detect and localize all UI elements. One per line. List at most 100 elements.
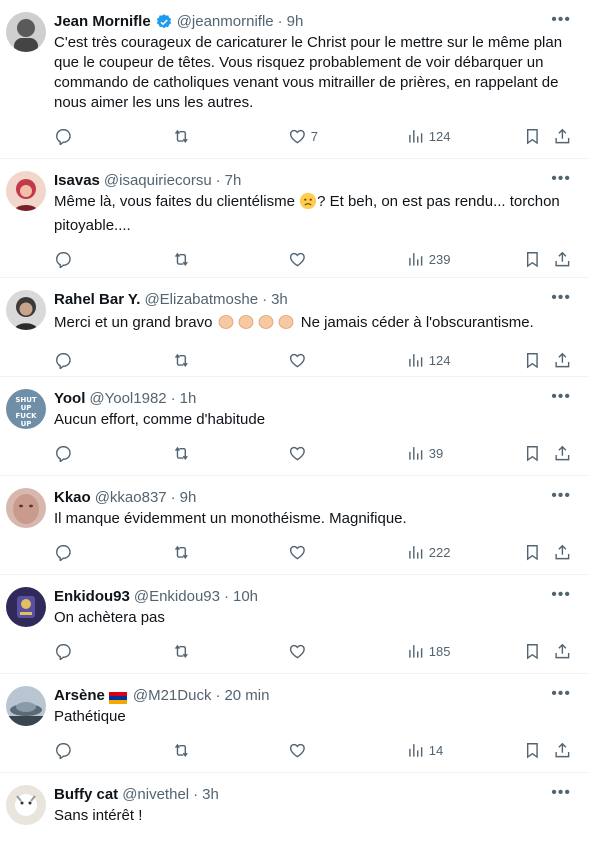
reply-tweet[interactable]: SHUT UP FUCK UP Yool @Yool1982 · 1h ••• Auc… xyxy=(0,377,589,476)
timestamp[interactable]: 1h xyxy=(180,389,197,409)
avatar[interactable] xyxy=(6,686,46,726)
views-count: 124 xyxy=(428,352,451,368)
retweet-button[interactable] xyxy=(172,126,191,146)
action-bar: 124 xyxy=(54,344,589,376)
author-name[interactable]: Kkao xyxy=(54,488,91,508)
author-handle[interactable]: @isaquiriecorsu xyxy=(104,171,212,191)
views-button[interactable]: 185 xyxy=(406,641,450,661)
like-button[interactable] xyxy=(288,350,307,370)
like-button[interactable]: 7 xyxy=(288,126,318,146)
reply-button[interactable] xyxy=(54,443,73,463)
retweet-button[interactable] xyxy=(172,350,191,370)
timestamp[interactable]: 3h xyxy=(271,290,288,310)
share-button[interactable] xyxy=(553,249,572,269)
share-button[interactable] xyxy=(553,740,572,760)
bookmark-button[interactable] xyxy=(523,249,542,269)
heart-icon xyxy=(289,252,305,267)
more-options-icon[interactable]: ••• xyxy=(551,785,571,801)
avatar[interactable] xyxy=(6,587,46,627)
views-button[interactable]: 222 xyxy=(406,542,450,562)
timestamp[interactable]: 9h xyxy=(287,12,304,32)
bookmark-button[interactable] xyxy=(523,740,542,760)
reply-tweet[interactable]: Arsène @M21Duck · 20 min ••• Pathétique … xyxy=(0,674,589,773)
reply-tweet[interactable]: Kkao @kkao837 · 9h ••• Il manque évidemm… xyxy=(0,476,589,575)
timestamp[interactable]: 20 min xyxy=(224,686,269,706)
reply-button[interactable] xyxy=(54,641,73,661)
reply-button[interactable] xyxy=(54,740,73,760)
avatar[interactable] xyxy=(6,171,46,211)
avatar[interactable] xyxy=(6,290,46,330)
timestamp[interactable]: 7h xyxy=(225,171,242,191)
author-handle[interactable]: @Enkidou93 xyxy=(134,587,220,607)
more-options-icon[interactable]: ••• xyxy=(551,686,571,702)
more-options-icon[interactable]: ••• xyxy=(551,488,571,504)
views-chart-icon xyxy=(409,353,423,367)
reply-tweet[interactable]: Rahel Bar Y. @Elizabatmoshe · 3h ••• Mer… xyxy=(0,278,589,377)
author-name[interactable]: Jean Mornifle xyxy=(54,12,151,32)
retweet-button[interactable] xyxy=(172,542,191,562)
tweet-text-part: Ne jamais céder à l'obscurantisme. xyxy=(296,314,534,331)
reply-button[interactable] xyxy=(54,126,73,146)
author-name[interactable]: Enkidou93 xyxy=(54,587,130,607)
author-handle[interactable]: @jeanmornifle xyxy=(177,12,274,32)
share-button[interactable] xyxy=(553,350,572,370)
share-button[interactable] xyxy=(553,443,572,463)
reply-button[interactable] xyxy=(54,542,73,562)
avatar[interactable] xyxy=(6,488,46,528)
share-button[interactable] xyxy=(553,542,572,562)
bookmark-button[interactable] xyxy=(523,641,542,661)
more-options-icon[interactable]: ••• xyxy=(551,587,571,603)
author-name[interactable]: Rahel Bar Y. xyxy=(54,290,140,310)
author-handle[interactable]: @M21Duck xyxy=(133,686,212,706)
tweet-text: Pathétique xyxy=(54,708,126,725)
share-button[interactable] xyxy=(553,126,572,146)
reply-tweet[interactable]: Isavas @isaquiriecorsu · 7h ••• Même là,… xyxy=(0,159,589,278)
share-icon xyxy=(555,251,570,266)
views-chart-icon xyxy=(409,252,423,266)
author-handle[interactable]: @Yool1982 xyxy=(89,389,166,409)
avatar[interactable] xyxy=(6,12,46,52)
author-name[interactable]: Buffy cat xyxy=(54,785,118,805)
views-button[interactable]: 14 xyxy=(406,740,443,760)
like-button[interactable] xyxy=(288,740,307,760)
author-handle[interactable]: @Elizabatmoshe xyxy=(144,290,258,310)
bookmark-button[interactable] xyxy=(523,126,542,146)
author-name[interactable]: Isavas xyxy=(54,171,100,191)
retweet-button[interactable] xyxy=(172,740,191,760)
like-button[interactable] xyxy=(288,542,307,562)
reply-button[interactable] xyxy=(54,350,73,370)
more-options-icon[interactable]: ••• xyxy=(551,171,571,187)
like-button[interactable] xyxy=(288,249,307,269)
tweet-text: Sans intérêt ! xyxy=(54,807,143,824)
timestamp[interactable]: 9h xyxy=(180,488,197,508)
retweet-button[interactable] xyxy=(172,443,191,463)
author-handle[interactable]: @kkao837 xyxy=(95,488,167,508)
like-button[interactable] xyxy=(288,641,307,661)
retweet-button[interactable] xyxy=(172,641,191,661)
like-button[interactable] xyxy=(288,443,307,463)
more-options-icon[interactable]: ••• xyxy=(551,12,571,28)
avatar[interactable] xyxy=(6,785,46,825)
reply-button[interactable] xyxy=(54,249,73,269)
views-button[interactable]: 124 xyxy=(406,126,450,146)
bookmark-button[interactable] xyxy=(523,443,542,463)
views-button[interactable]: 239 xyxy=(406,249,450,269)
reply-tweet[interactable]: Buffy cat @nivethel · 3h ••• Sans intérê… xyxy=(0,773,589,842)
author-name[interactable]: Arsène xyxy=(54,686,105,706)
bookmark-button[interactable] xyxy=(523,350,542,370)
avatar[interactable]: SHUT UP FUCK UP xyxy=(6,389,46,429)
timestamp[interactable]: 3h xyxy=(202,785,219,805)
share-button[interactable] xyxy=(553,641,572,661)
views-button[interactable]: 124 xyxy=(406,350,450,370)
bookmark-button[interactable] xyxy=(523,542,542,562)
more-options-icon[interactable]: ••• xyxy=(551,290,571,306)
author-handle[interactable]: @nivethel xyxy=(122,785,189,805)
reply-tweet[interactable]: Enkidou93 @Enkidou93 · 10h ••• On achète… xyxy=(0,575,589,674)
retweet-button[interactable] xyxy=(172,249,191,269)
reply-tweet[interactable]: Jean Mornifle @jeanmornifle · 9h ••• C'e… xyxy=(0,0,589,159)
author-name[interactable]: Yool xyxy=(54,389,85,409)
retweet-icon xyxy=(174,446,188,460)
more-options-icon[interactable]: ••• xyxy=(551,389,571,405)
timestamp[interactable]: 10h xyxy=(233,587,258,607)
views-button[interactable]: 39 xyxy=(406,443,443,463)
